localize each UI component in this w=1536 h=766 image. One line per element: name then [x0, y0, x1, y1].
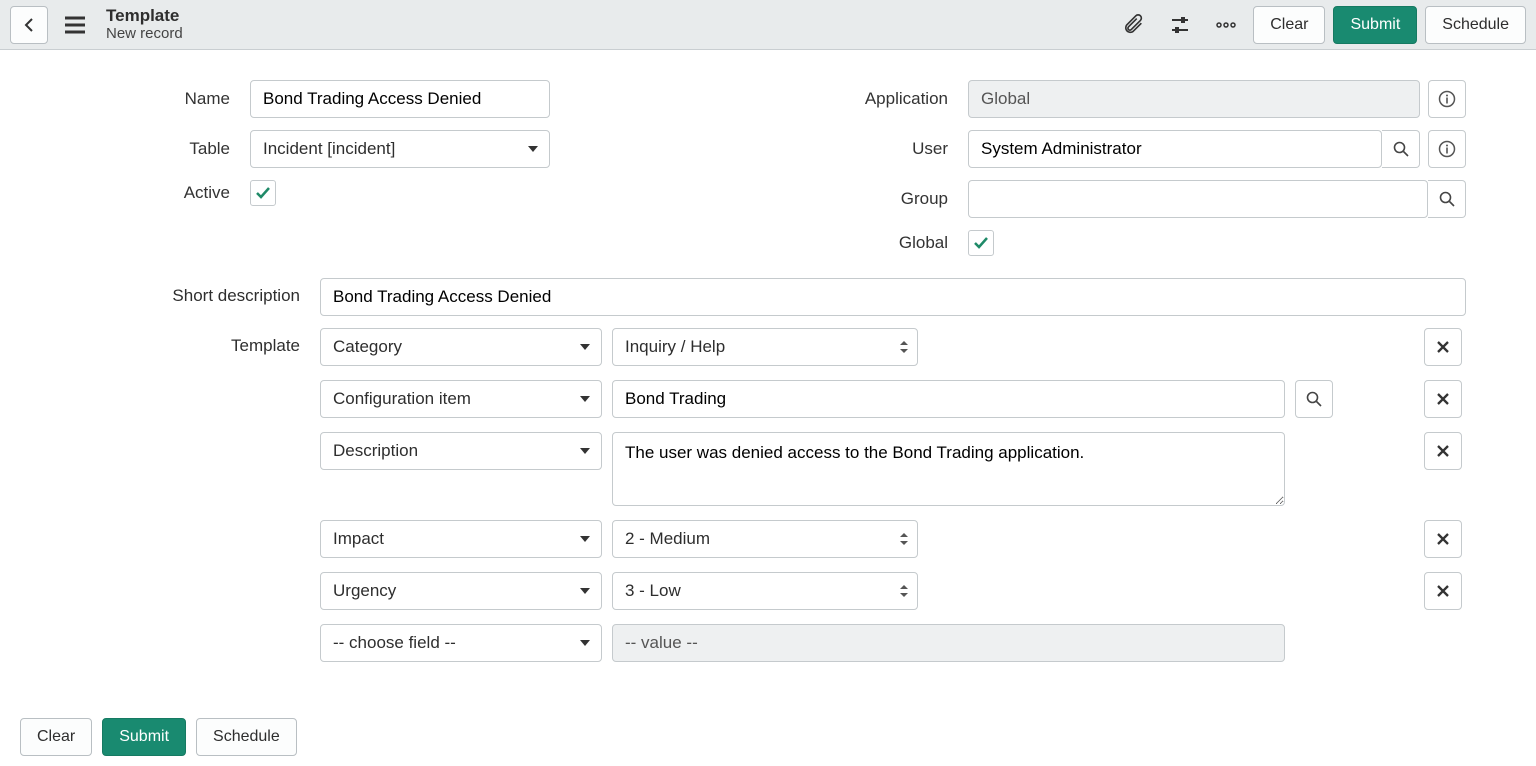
attachment-button[interactable]	[1115, 6, 1153, 44]
check-icon	[972, 234, 990, 252]
chevron-down-icon	[527, 144, 539, 154]
table-select[interactable]: Incident [incident]	[250, 130, 550, 168]
template-row: Impact 2 - Medium	[320, 520, 1466, 558]
settings-button[interactable]	[1161, 6, 1199, 44]
template-row: Category Inquiry / Help	[320, 328, 1466, 366]
chevron-down-icon	[579, 446, 591, 456]
template-row-remove[interactable]	[1424, 380, 1462, 418]
template-value-lookup[interactable]	[1295, 380, 1333, 418]
header-title-line1: Template	[106, 7, 183, 26]
short-description-input[interactable]	[320, 278, 1466, 316]
more-button[interactable]	[1207, 6, 1245, 44]
global-checkbox[interactable]	[968, 230, 994, 256]
template-field-select[interactable]: Description	[320, 432, 602, 470]
template-row-remove[interactable]	[1424, 520, 1462, 558]
template-value-select[interactable]: Inquiry / Help	[612, 328, 918, 366]
back-button[interactable]	[10, 6, 48, 44]
more-horizontal-icon	[1215, 21, 1237, 29]
template-value-select[interactable]: 2 - Medium	[612, 520, 918, 558]
schedule-button-footer[interactable]: Schedule	[196, 718, 297, 756]
close-icon	[1436, 392, 1450, 406]
template-row-remove[interactable]	[1424, 328, 1462, 366]
clear-button-header[interactable]: Clear	[1253, 6, 1325, 44]
name-label: Name	[70, 89, 250, 109]
table-select-value: Incident [incident]	[263, 139, 395, 159]
chevron-left-icon	[21, 17, 37, 33]
template-row-remove[interactable]	[1424, 432, 1462, 470]
footer-actions: Clear Submit Schedule	[0, 708, 1536, 766]
application-label: Application	[788, 89, 968, 109]
template-field-select[interactable]: Impact	[320, 520, 602, 558]
right-column: Application Global User	[788, 80, 1466, 268]
user-info-button[interactable]	[1428, 130, 1466, 168]
template-row-remove[interactable]	[1424, 572, 1462, 610]
user-label: User	[788, 139, 968, 159]
close-icon	[1436, 340, 1450, 354]
application-field: Global	[968, 80, 1420, 118]
name-input[interactable]	[250, 80, 550, 118]
global-label: Global	[788, 233, 968, 253]
search-icon	[1306, 391, 1322, 407]
group-lookup-button[interactable]	[1428, 180, 1466, 218]
template-row: Configuration item	[320, 380, 1466, 418]
chevron-down-icon	[579, 586, 591, 596]
header-bar: Template New record Clear Submit Schedul…	[0, 0, 1536, 50]
updown-icon	[899, 339, 909, 355]
submit-button-header[interactable]: Submit	[1333, 6, 1417, 44]
application-info-button[interactable]	[1428, 80, 1466, 118]
info-icon	[1438, 140, 1456, 158]
template-value-input[interactable]	[612, 380, 1285, 418]
search-icon	[1393, 141, 1409, 157]
group-label: Group	[788, 189, 968, 209]
template-row: Urgency 3 - Low	[320, 572, 1466, 610]
group-input[interactable]	[968, 180, 1428, 218]
short-description-label: Short description	[70, 278, 320, 306]
active-label: Active	[70, 183, 250, 203]
chevron-down-icon	[579, 534, 591, 544]
user-lookup-button[interactable]	[1382, 130, 1420, 168]
close-icon	[1436, 532, 1450, 546]
template-field-select[interactable]: Urgency	[320, 572, 602, 610]
template-row: Description	[320, 432, 1466, 506]
chevron-down-icon	[579, 342, 591, 352]
close-icon	[1436, 584, 1450, 598]
template-value-select[interactable]: 3 - Low	[612, 572, 918, 610]
template-label: Template	[70, 328, 320, 356]
search-icon	[1439, 191, 1455, 207]
check-icon	[254, 184, 272, 202]
template-placeholder-row: -- choose field -- -- value --	[320, 624, 1466, 662]
header-title-line2: New record	[106, 26, 183, 43]
info-icon	[1438, 90, 1456, 108]
updown-icon	[899, 583, 909, 599]
chevron-down-icon	[579, 638, 591, 648]
menu-button[interactable]	[56, 6, 94, 44]
sliders-icon	[1169, 14, 1191, 36]
table-label: Table	[70, 139, 250, 159]
updown-icon	[899, 531, 909, 547]
submit-button-footer[interactable]: Submit	[102, 718, 186, 756]
template-field-placeholder[interactable]: -- choose field --	[320, 624, 602, 662]
template-value-placeholder: -- value --	[612, 624, 1285, 662]
hamburger-icon	[64, 16, 86, 34]
template-field-select[interactable]: Configuration item	[320, 380, 602, 418]
active-checkbox[interactable]	[250, 180, 276, 206]
template-value-textarea[interactable]	[612, 432, 1285, 506]
header-title: Template New record	[106, 7, 183, 42]
close-icon	[1436, 444, 1450, 458]
template-field-select[interactable]: Category	[320, 328, 602, 366]
chevron-down-icon	[579, 394, 591, 404]
schedule-button-header[interactable]: Schedule	[1425, 6, 1526, 44]
paperclip-icon	[1123, 14, 1145, 36]
clear-button-footer[interactable]: Clear	[20, 718, 92, 756]
left-column: Name Table Incident [incident] Active	[70, 80, 748, 268]
form-area: Name Table Incident [incident] Active	[0, 50, 1536, 708]
user-input[interactable]	[968, 130, 1382, 168]
